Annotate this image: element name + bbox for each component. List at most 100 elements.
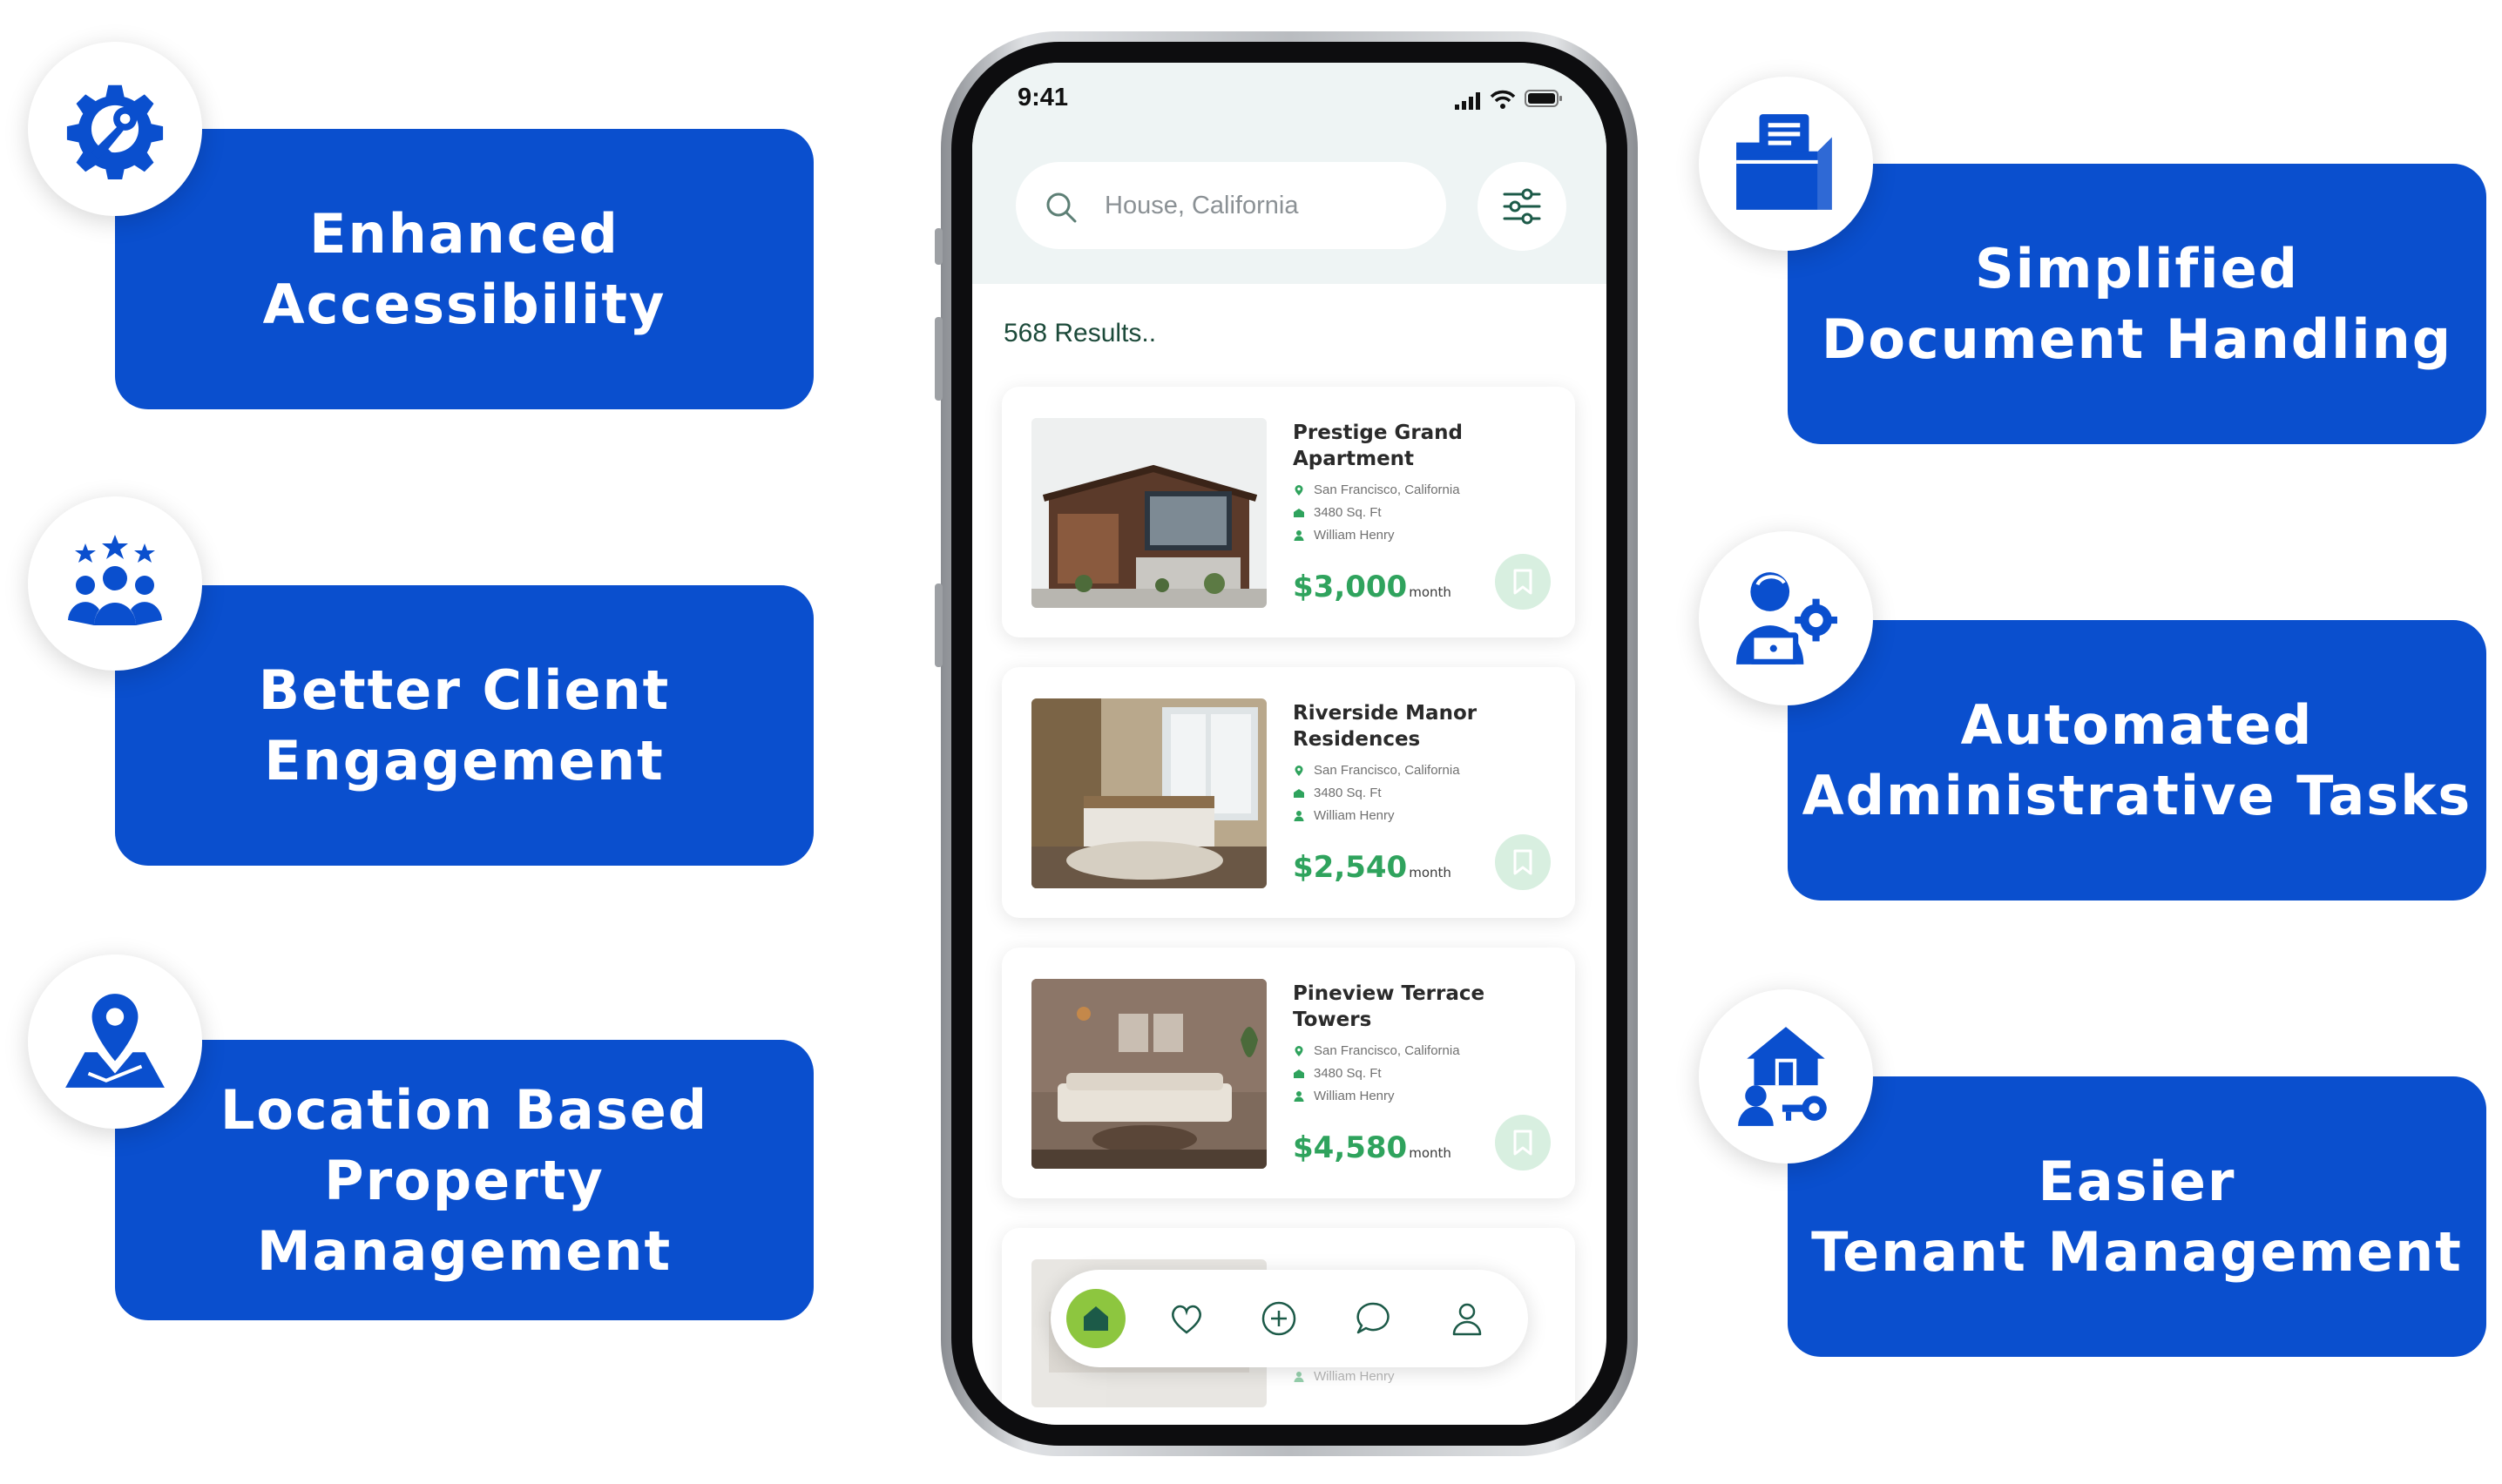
area-text: 3480 Sq. Ft	[1314, 1066, 1382, 1081]
feature-line: Property Management	[256, 1148, 673, 1283]
user-laptop-gear-icon-circle	[1699, 531, 1873, 705]
nav-home-button[interactable]	[1066, 1289, 1126, 1348]
agent-text: William Henry	[1314, 1369, 1395, 1384]
feature-location-based-property-management: Location Based Property Management	[115, 1040, 814, 1320]
phone-volume-down	[935, 583, 943, 667]
agent-text: William Henry	[1314, 528, 1395, 543]
profile-icon	[1452, 1303, 1482, 1336]
nav-add-button[interactable]	[1254, 1294, 1303, 1343]
agent-text: William Henry	[1314, 1089, 1395, 1103]
feature-line: Administrative Tasks	[1802, 764, 2472, 827]
listing-title-line: Residences	[1293, 728, 1421, 751]
listing-card[interactable]: Pineview Terrace Towers San Francisco, Ca…	[1002, 948, 1575, 1198]
feature-line: Engagement	[264, 729, 665, 793]
price-unit: month	[1409, 584, 1451, 600]
nav-favorites-button[interactable]	[1162, 1294, 1211, 1343]
area-icon	[1294, 788, 1304, 798]
agent-text: William Henry	[1314, 808, 1395, 823]
nav-chat-button[interactable]	[1349, 1294, 1397, 1343]
property-image	[1031, 418, 1267, 608]
listing-area: 3480 Sq. Ft	[1293, 786, 1382, 800]
wifi-icon	[1490, 90, 1516, 109]
location-text: San Francisco, California	[1314, 482, 1460, 497]
listing-location: San Francisco, California	[1293, 1043, 1460, 1058]
house-tenant-key-icon	[1738, 1027, 1827, 1126]
chat-icon	[1356, 1302, 1390, 1334]
listing-title-line: Pineview Terrace	[1293, 982, 1485, 1005]
listing-agent: William Henry	[1293, 1369, 1395, 1384]
person-icon	[1294, 1371, 1304, 1382]
search-header: 9:41 House, California	[972, 63, 1606, 284]
location-text: San Francisco, California	[1314, 1043, 1460, 1058]
bookmark-icon	[1513, 569, 1532, 595]
sliders-icon	[1503, 188, 1541, 225]
listing-card[interactable]: Riverside Manor Residences San Francisco,…	[1002, 667, 1575, 918]
listing-location: San Francisco, California	[1293, 763, 1460, 778]
house-tenant-key-icon-circle	[1699, 989, 1873, 1164]
gear-key-icon-circle	[28, 42, 202, 216]
search-icon	[1046, 192, 1077, 223]
team-stars-icon	[68, 535, 162, 625]
add-icon	[1261, 1301, 1296, 1336]
battery-icon	[1525, 90, 1562, 107]
bookmark-icon	[1513, 1130, 1532, 1156]
nav-profile-button[interactable]	[1443, 1294, 1491, 1343]
search-input[interactable]: House, California	[1016, 162, 1446, 249]
home-icon	[1084, 1306, 1108, 1331]
feature-easier-tenant-management: Easier Tenant Management	[1788, 1076, 2486, 1357]
listing-agent: William Henry	[1293, 528, 1395, 543]
listing-title-line: Apartment	[1293, 448, 1415, 470]
location-pin-icon	[1295, 1045, 1303, 1056]
feature-line: Enhanced	[309, 202, 619, 266]
feature-better-client-engagement: Better Client Engagement	[115, 585, 814, 866]
status-time: 9:41	[1018, 84, 1069, 111]
phone-volume-up	[935, 317, 943, 401]
location-pin-icon	[1295, 765, 1303, 776]
area-icon	[1294, 508, 1304, 517]
listing-title-line: Towers	[1293, 1008, 1372, 1031]
listing-title: Pineview Terrace Towers	[1293, 981, 1554, 1033]
search-placeholder: House, California	[1105, 192, 1299, 219]
person-icon	[1294, 530, 1304, 541]
feature-line: Location Based	[220, 1077, 709, 1142]
user-laptop-gear-icon	[1736, 572, 1837, 664]
person-icon	[1294, 1090, 1304, 1102]
listing-price: $2,540 month	[1293, 850, 1451, 885]
feature-line: Simplified	[1974, 237, 2300, 300]
bookmark-button[interactable]	[1495, 834, 1551, 890]
bookmark-icon	[1513, 849, 1532, 875]
feature-line: Accessibility	[262, 273, 666, 336]
listing-title-line: Prestige Grand	[1293, 422, 1464, 444]
listing-card[interactable]: Prestige Grand Apartment San Francisco, C…	[1002, 387, 1575, 637]
location-text: San Francisco, California	[1314, 763, 1460, 778]
feature-line: Document Handling	[1821, 307, 2453, 371]
listing-price: $4,580 month	[1293, 1130, 1451, 1165]
results-count: 568 Results..	[1004, 319, 1157, 347]
bottom-navigation	[1051, 1270, 1528, 1367]
map-pin-icon-circle	[28, 954, 202, 1129]
listing-title: Prestige Grand Apartment	[1293, 420, 1554, 472]
person-icon	[1294, 810, 1304, 821]
property-image	[1031, 979, 1267, 1169]
property-image	[1031, 698, 1267, 888]
team-stars-icon-circle	[28, 496, 202, 671]
filter-button[interactable]	[1478, 162, 1566, 251]
listing-agent: William Henry	[1293, 808, 1395, 823]
signal-icon	[1455, 92, 1480, 110]
feature-line: Automated	[1960, 693, 2314, 757]
feature-line: Easier	[2038, 1150, 2236, 1213]
area-text: 3480 Sq. Ft	[1314, 786, 1382, 800]
price-value: $3,000	[1293, 570, 1408, 604]
price-unit: month	[1409, 865, 1451, 880]
price-unit: month	[1409, 1145, 1451, 1161]
feature-simplified-document-handling: Simplified Document Handling	[1788, 164, 2486, 444]
area-icon	[1294, 1069, 1304, 1078]
feature-line: Tenant Management	[1811, 1220, 2463, 1284]
location-pin-icon	[1295, 484, 1303, 496]
gear-key-icon	[66, 84, 164, 179]
bookmark-button[interactable]	[1495, 554, 1551, 610]
listing-area: 3480 Sq. Ft	[1293, 505, 1382, 520]
heart-icon	[1172, 1305, 1201, 1334]
phone-screen: 9:41 House, California 568 Results.. Pre…	[972, 63, 1606, 1425]
bookmark-button[interactable]	[1495, 1115, 1551, 1170]
